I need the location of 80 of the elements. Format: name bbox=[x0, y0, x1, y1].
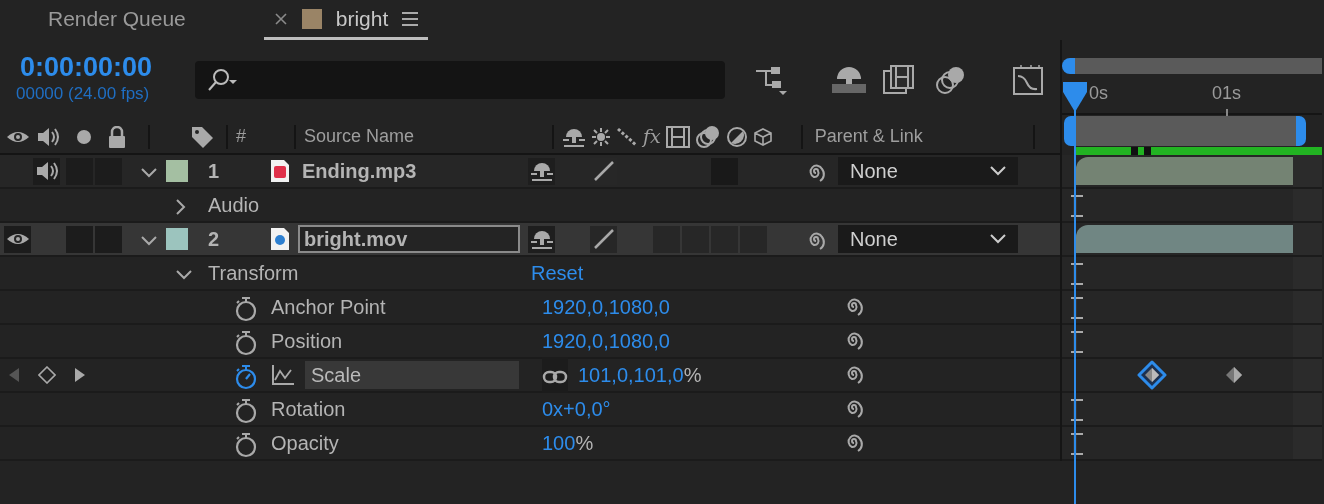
link-icon[interactable] bbox=[542, 368, 568, 385]
navigator-handle[interactable] bbox=[1062, 58, 1075, 74]
chevron-right-icon[interactable] bbox=[175, 197, 187, 216]
stopwatch-icon[interactable] bbox=[234, 363, 258, 390]
label-color[interactable] bbox=[166, 228, 188, 250]
chevron-down-icon bbox=[990, 234, 1006, 244]
layer-row[interactable]: 2 bright.mov None bbox=[0, 223, 1060, 257]
property-name[interactable]: Scale bbox=[305, 361, 519, 389]
property-value[interactable]: 100% bbox=[542, 428, 594, 458]
property-value[interactable]: 1920,0,1080,0 bbox=[542, 292, 670, 322]
layer-row[interactable]: 1 Ending.mp3 None bbox=[0, 155, 1060, 189]
column-header: fx bbox=[643, 124, 661, 150]
property-value[interactable]: 1920,0,1080,0 bbox=[542, 326, 670, 356]
half-circle-icon[interactable] bbox=[725, 125, 748, 148]
property-name[interactable]: Opacity bbox=[271, 428, 339, 458]
chevron-down-icon[interactable] bbox=[175, 268, 193, 281]
reset-link[interactable]: Reset bbox=[531, 258, 584, 288]
property-name[interactable]: Anchor Point bbox=[271, 292, 386, 322]
lock-icon[interactable] bbox=[108, 125, 126, 148]
film-icon[interactable] bbox=[883, 65, 915, 95]
ruler-label: 0s bbox=[1089, 82, 1108, 105]
layer-name[interactable]: bright.mov bbox=[298, 225, 520, 253]
group-label[interactable]: Audio bbox=[208, 190, 531, 220]
layer-name[interactable]: Ending.mp3 bbox=[298, 157, 520, 185]
solo-switch[interactable] bbox=[66, 225, 93, 253]
parent-dropdown[interactable]: None bbox=[838, 225, 1018, 253]
ruler-label: 01s bbox=[1212, 82, 1242, 105]
frame-info: 00000 (24.00 fps) bbox=[16, 82, 151, 105]
timecode[interactable]: 0:00:00:00 bbox=[16, 53, 195, 81]
slash-icon[interactable] bbox=[592, 228, 615, 250]
audio-file-icon bbox=[270, 159, 290, 183]
graph-editor-icon[interactable] bbox=[1011, 64, 1045, 96]
eye-icon[interactable] bbox=[5, 231, 30, 247]
label-color[interactable] bbox=[166, 160, 188, 182]
circles-icon[interactable] bbox=[694, 124, 721, 149]
stopwatch-icon[interactable] bbox=[234, 295, 258, 322]
group-label[interactable]: Transform bbox=[208, 258, 531, 288]
stopwatch-icon[interactable] bbox=[234, 431, 258, 458]
property-value[interactable]: 101,0,101,0% bbox=[578, 360, 702, 390]
layer-number: 1 bbox=[208, 159, 221, 184]
solo-icon[interactable] bbox=[76, 128, 92, 145]
dotted-line-icon[interactable] bbox=[616, 126, 638, 147]
shy-icon[interactable] bbox=[831, 66, 867, 94]
keyframe-icon[interactable] bbox=[1137, 360, 1167, 390]
circles-icon[interactable] bbox=[935, 65, 967, 95]
search-field[interactable] bbox=[195, 61, 725, 99]
tab[interactable]: bright bbox=[263, 0, 429, 40]
speaker-icon[interactable] bbox=[36, 125, 60, 148]
speaker-icon[interactable] bbox=[34, 160, 59, 182]
slash-icon[interactable] bbox=[592, 160, 615, 182]
stopwatch-icon[interactable] bbox=[234, 329, 258, 356]
next-keyframe-icon[interactable] bbox=[74, 367, 86, 383]
property-value[interactable]: 0x+0,0° bbox=[542, 394, 611, 424]
property-name[interactable]: Rotation bbox=[271, 394, 346, 424]
sun-icon[interactable] bbox=[591, 126, 611, 147]
graph-icon[interactable] bbox=[271, 364, 295, 386]
cube-icon[interactable] bbox=[752, 126, 773, 147]
film-icon[interactable] bbox=[665, 125, 690, 148]
property-name[interactable]: Position bbox=[271, 326, 343, 356]
chevron-down-icon[interactable] bbox=[140, 234, 158, 247]
video-file-icon bbox=[270, 227, 290, 251]
menu-icon[interactable] bbox=[402, 11, 419, 26]
layer-number: 2 bbox=[208, 227, 221, 252]
search-icon bbox=[207, 68, 239, 92]
tab[interactable]: Render Queue bbox=[38, 0, 196, 40]
shy-icon[interactable] bbox=[529, 228, 554, 250]
stopwatch-icon[interactable] bbox=[234, 397, 258, 424]
tag-icon[interactable] bbox=[190, 125, 214, 150]
shy-icon[interactable] bbox=[529, 160, 554, 182]
chevron-down-icon[interactable] bbox=[140, 166, 158, 179]
close-icon[interactable] bbox=[273, 11, 288, 26]
column-header[interactable]: # bbox=[236, 123, 246, 150]
lock-switch[interactable] bbox=[95, 225, 122, 253]
keyframe-icon[interactable] bbox=[1225, 366, 1243, 384]
column-header[interactable]: Source Name bbox=[304, 123, 552, 150]
column-header[interactable]: Parent & Link bbox=[814, 123, 1033, 150]
chevron-down-icon bbox=[990, 166, 1006, 176]
parent-dropdown[interactable]: None bbox=[838, 157, 1018, 185]
playhead-icon[interactable] bbox=[1063, 82, 1087, 112]
keyframe-toggle-icon[interactable] bbox=[38, 366, 56, 384]
